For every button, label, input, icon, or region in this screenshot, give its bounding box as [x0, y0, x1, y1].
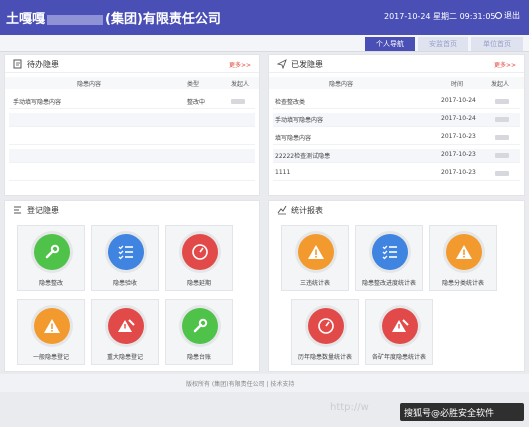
clock-icon [308, 308, 344, 344]
tile-label: 隐患分类统计表 [441, 280, 484, 287]
redacted-company-name [47, 14, 104, 25]
column-header: 发起人 [491, 81, 510, 88]
tile-label: 一般隐患登记 [32, 354, 69, 361]
table-row[interactable]: 检查整改类 2017-10-24 [273, 95, 520, 109]
tile-three-violations-report[interactable]: 三违统计表 [281, 225, 349, 291]
warning-icon [446, 234, 482, 270]
table-row[interactable]: 22222检查测试隐患 2017-10-23 [273, 149, 520, 163]
logout-button[interactable]: 退出 [495, 10, 520, 21]
row-content: 1111 [275, 169, 291, 176]
column-header: 类型 [187, 81, 200, 88]
current-datetime: 2017-10-24 星期二 09:31:05 [384, 12, 496, 21]
row-content: 检查整改类 [275, 99, 306, 106]
panel-header: 登记隐患 [5, 201, 259, 219]
watermark-url: http://w [330, 402, 369, 413]
list-edit-icon [14, 206, 21, 214]
tile-label: 隐患台账 [186, 354, 211, 361]
page-footer: 版权所有 (集团)有限责任公司 | 技术支持 [0, 374, 529, 392]
watermark-badge: 搜狐号@必胜安全软件 [400, 403, 524, 421]
power-icon [495, 12, 502, 19]
tile-general-hazard-register[interactable]: 一般隐患登记 [17, 299, 85, 365]
tab-personal-nav[interactable]: 个人导航 [365, 37, 415, 51]
column-header: 隐患内容 [77, 81, 102, 88]
pencil-warning-icon [382, 308, 418, 344]
more-link[interactable]: 更多>> [229, 60, 251, 69]
tab-unit-home[interactable]: 单位首页 [471, 37, 523, 51]
row-type: 整改中 [187, 99, 206, 106]
statistics-reports-panel: 统计报表 三违统计表 隐患整改进度统计表 隐患分类统计表 历年隐患数量统计表 各… [268, 200, 525, 372]
column-header: 发起人 [231, 81, 250, 88]
tile-label: 隐患延期 [186, 280, 211, 287]
row-time: 2017-10-23 [441, 169, 476, 176]
table-row-empty [9, 131, 255, 145]
table-header: 隐患内容 时间 发起人 [269, 77, 524, 89]
tile-hazard-extension[interactable]: 隐患延期 [165, 225, 233, 291]
tile-hazard-category-report[interactable]: 隐患分类统计表 [429, 225, 497, 291]
tile-label: 重大隐患登记 [106, 354, 143, 361]
tile-label: 各矿年度隐患统计表 [371, 354, 426, 361]
row-time: 2017-10-24 [441, 115, 476, 122]
tile-label: 三违统计表 [299, 280, 330, 287]
warning-icon [298, 234, 334, 270]
table-row[interactable]: 1111 2017-10-23 [273, 167, 520, 181]
footer-copyright: 版权所有 (集团)有限责任公司 | 技术支持 [186, 381, 295, 388]
table-row-empty [9, 149, 255, 163]
table-row-empty [9, 113, 255, 127]
table-header: 隐患内容 类型 发起人 [5, 77, 259, 89]
table-row-empty [9, 167, 255, 181]
tile-annual-hazard-count-report[interactable]: 历年隐患数量统计表 [291, 299, 359, 365]
table-row[interactable]: 填写隐患内容 2017-10-23 [273, 131, 520, 145]
panel-header: 统计报表 [269, 201, 524, 219]
row-time: 2017-10-23 [441, 133, 476, 140]
panel-header: 待办隐患 更多>> [5, 55, 259, 73]
panel-title: 待办隐患 [27, 60, 59, 69]
warning-icon [34, 308, 70, 344]
tile-label: 隐患验收 [112, 280, 137, 287]
document-edit-icon [13, 59, 22, 69]
line-chart-icon [277, 205, 287, 215]
panel-title: 统计报表 [291, 206, 323, 215]
app-title: 土嘎嘎 (集团)有限责任公司 [6, 12, 221, 27]
panel-header: 已发隐患 更多>> [269, 55, 524, 73]
row-content: 手动填写隐患内容 [275, 117, 324, 124]
top-header: 土嘎嘎 (集团)有限责任公司 2017-10-24 星期二 09:31:05 退出 [0, 0, 529, 35]
todo-hazards-panel: 待办隐患 更多>> 隐患内容 类型 发起人 手动填写隐患内容 整改中 [4, 54, 260, 196]
tile-major-hazard-register[interactable]: 重大隐患登记 [91, 299, 159, 365]
row-content: 22222检查测试隐患 [275, 153, 331, 160]
row-content: 手动填写隐患内容 [13, 99, 62, 106]
column-header: 时间 [451, 81, 464, 88]
clock-icon [182, 234, 218, 270]
wrench-icon [34, 234, 70, 270]
row-time: 2017-10-24 [441, 97, 476, 104]
tab-bar: 个人导航 安监首页 单位首页 [0, 35, 529, 52]
panel-title: 已发隐患 [291, 60, 323, 69]
row-content: 填写隐患内容 [275, 135, 312, 142]
send-icon [277, 59, 287, 69]
tile-label: 历年隐患数量统计表 [297, 354, 352, 361]
pencil-warning-icon [108, 308, 144, 344]
checklist-icon [108, 234, 144, 270]
more-link[interactable]: 更多>> [494, 60, 516, 69]
tile-mine-annual-hazard-report[interactable]: 各矿年度隐患统计表 [365, 299, 433, 365]
wrench-icon [182, 308, 218, 344]
watermark-badge-text: 搜狐号@必胜安全软件 [404, 409, 495, 419]
tab-safety-home[interactable]: 安监首页 [418, 37, 468, 51]
panel-title: 登记隐患 [27, 206, 59, 215]
tile-label: 隐患整改进度统计表 [361, 280, 416, 287]
row-time: 2017-10-23 [441, 151, 476, 158]
table-row[interactable]: 手动填写隐患内容 整改中 [9, 95, 255, 109]
tile-hazard-ledger[interactable]: 隐患台账 [165, 299, 233, 365]
checklist-icon [372, 234, 408, 270]
tile-hazard-rectify[interactable]: 隐患整改 [17, 225, 85, 291]
table-row[interactable]: 手动填写隐患内容 2017-10-24 [273, 113, 520, 127]
tile-label: 隐患整改 [38, 280, 63, 287]
tile-hazard-acceptance[interactable]: 隐患验收 [91, 225, 159, 291]
column-header: 隐患内容 [329, 81, 354, 88]
register-hazards-panel: 登记隐患 隐患整改 隐患验收 隐患延期 一般隐患登记 重大隐患登记 隐患台账 [4, 200, 260, 372]
sent-hazards-panel: 已发隐患 更多>> 隐患内容 时间 发起人 检查整改类 2017-10-24 手… [268, 54, 525, 196]
tile-rectify-progress-report[interactable]: 隐患整改进度统计表 [355, 225, 423, 291]
